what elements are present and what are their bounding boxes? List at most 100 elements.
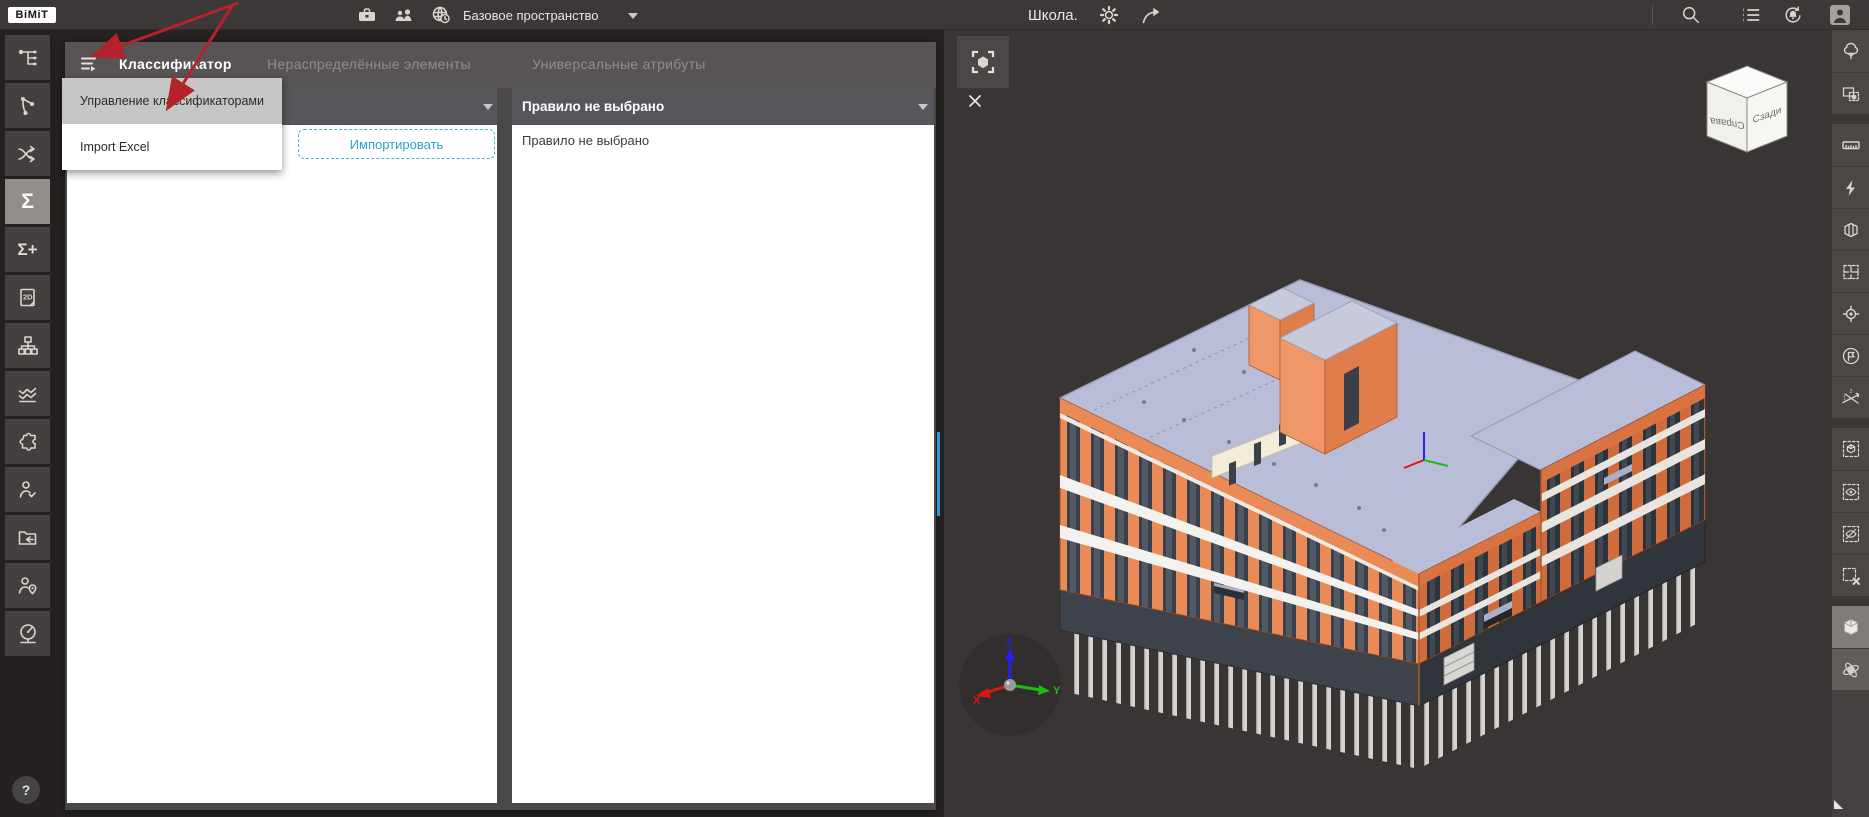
topbar-divider	[1652, 5, 1653, 25]
classifier-select-caret-icon	[483, 104, 493, 110]
workspace-select[interactable]: Базовое пространство	[463, 0, 599, 30]
axis-z-label: Z	[1006, 637, 1013, 649]
folder-share-icon	[18, 530, 36, 545]
selection-frames-icon	[1842, 86, 1859, 101]
workspace-caret-icon[interactable]	[628, 13, 638, 19]
rule-select-value: Правило не выбрано	[522, 99, 665, 114]
tool-connections[interactable]	[5, 83, 50, 128]
tool-trends[interactable]	[5, 371, 50, 416]
tool-view-cube[interactable]	[1832, 606, 1869, 648]
tool-locate[interactable]	[1832, 292, 1869, 334]
rule-select-caret-icon	[918, 104, 928, 110]
org-chart-icon	[17, 335, 38, 355]
panel-menu-button[interactable]	[75, 50, 103, 78]
app-logo: BiMiT	[8, 7, 56, 23]
tool-show[interactable]	[1832, 470, 1869, 512]
focus-button[interactable]	[957, 36, 1009, 88]
axis-x-label: X	[973, 695, 981, 707]
import-button[interactable]: Импортировать	[298, 129, 495, 159]
view-cube-icon	[1843, 618, 1858, 636]
svg-text:1: 1	[1843, 395, 1846, 401]
sum-add-icon: Σ+	[17, 240, 38, 259]
app-window: BiMiT Базовое пространство Школа. Σ Σ+ 2…	[0, 0, 1869, 817]
classifier-tree-area[interactable]: Импортировать	[67, 125, 497, 803]
flag-icon	[1842, 347, 1859, 364]
connections-icon	[20, 96, 34, 115]
profile-icon[interactable]	[1828, 3, 1852, 27]
trends-icon	[18, 387, 36, 402]
rule-select[interactable]: Правило не выбрано	[512, 88, 934, 125]
workspace-label: Базовое пространство	[463, 7, 599, 23]
sum-icon: Σ	[21, 190, 34, 213]
focus-icon	[971, 50, 995, 74]
locate-icon	[1842, 305, 1859, 322]
panel-tab-bar: Классификатор Нераспределённые элементы …	[62, 42, 936, 170]
tool-floor-plan[interactable]	[1832, 250, 1869, 292]
globe-clock-icon[interactable]	[430, 4, 452, 26]
tool-org-chart[interactable]	[5, 323, 50, 368]
orbit-icon	[1842, 662, 1859, 677]
list-icon[interactable]	[1740, 4, 1762, 26]
briefcase-icon[interactable]	[356, 4, 378, 26]
show-icon	[1842, 483, 1859, 500]
shuffle-icon	[17, 145, 35, 162]
tool-flag[interactable]	[1832, 334, 1869, 376]
tool-ruler[interactable]	[1832, 124, 1869, 166]
axis-gizmo[interactable]: X Y Z	[955, 630, 1065, 740]
ruler-icon	[1841, 141, 1860, 150]
tool-clear-selection[interactable]	[1832, 554, 1869, 596]
tool-sum-add[interactable]: Σ+	[5, 227, 50, 272]
floor-plan-icon	[1842, 264, 1859, 279]
tool-isolate[interactable]	[1832, 428, 1869, 470]
plugins-icon	[19, 432, 36, 451]
tool-flash[interactable]	[1832, 166, 1869, 208]
project-title: Школа.	[1028, 6, 1078, 24]
tool-user-location[interactable]	[5, 563, 50, 608]
tab-classifier[interactable]: Классификатор	[119, 56, 232, 72]
tool-gauge[interactable]	[5, 611, 50, 656]
user-check-icon	[19, 480, 36, 498]
right-toolbar: 12	[1832, 30, 1869, 817]
model-structure-icon	[18, 49, 37, 65]
user-location-icon	[18, 576, 36, 594]
view-2d-icon: 2D	[19, 288, 35, 306]
panel-close-button[interactable]	[962, 88, 988, 114]
team-icon[interactable]	[393, 4, 415, 26]
clear-selection-icon	[1842, 567, 1860, 585]
tab-universal-attributes[interactable]: Универсальные атрибуты	[532, 56, 706, 72]
section-box-icon	[1843, 222, 1858, 237]
rule-body-text: Правило не выбрано	[522, 133, 650, 148]
tool-orbit[interactable]	[1832, 648, 1869, 690]
rule-body-area[interactable]: Правило не выбрано	[512, 125, 934, 803]
help-button[interactable]: ?	[12, 776, 40, 804]
classifier-panel: Классификатор Нераспределённые элементы …	[62, 42, 981, 810]
tool-model-structure[interactable]	[5, 35, 50, 80]
tool-scene-tree[interactable]	[1832, 30, 1869, 72]
hide-icon	[1842, 525, 1859, 542]
tool-sum[interactable]: Σ	[5, 179, 50, 224]
search-icon[interactable]	[1680, 4, 1702, 26]
panel-splitter[interactable]	[937, 432, 940, 516]
navigation-cube[interactable]: Справа Сзади	[1695, 60, 1800, 165]
tool-folder-share[interactable]	[5, 515, 50, 560]
tool-plugins[interactable]	[5, 419, 50, 464]
notifications-icon[interactable]	[1782, 4, 1804, 26]
tool-selection-frames[interactable]	[1832, 72, 1869, 114]
tab-unassigned-elements[interactable]: Нераспределённые элементы	[267, 56, 471, 72]
svg-text:2: 2	[1849, 388, 1852, 394]
tool-hide[interactable]	[1832, 512, 1869, 554]
gear-icon[interactable]	[1098, 4, 1120, 26]
tool-section-axes[interactable]: 12	[1832, 376, 1869, 418]
tool-2d-view[interactable]: 2D	[5, 275, 50, 320]
tool-shuffle[interactable]	[5, 131, 50, 176]
share-icon[interactable]	[1140, 4, 1162, 26]
tool-user-check[interactable]	[5, 467, 50, 512]
hamburger-menu-icon	[81, 57, 96, 72]
viewport-3d[interactable]: Справа Сзади X Y Z	[944, 30, 1832, 817]
tool-section-box[interactable]	[1832, 208, 1869, 250]
resize-corner[interactable]	[1834, 800, 1843, 809]
left-toolbar: Σ Σ+ 2D ?	[0, 30, 55, 817]
menu-item-manage-classifiers[interactable]: Управление классификаторами	[62, 78, 282, 124]
section-axes-icon: 12	[1841, 388, 1859, 404]
menu-item-import-excel[interactable]: Import Excel	[62, 124, 282, 170]
